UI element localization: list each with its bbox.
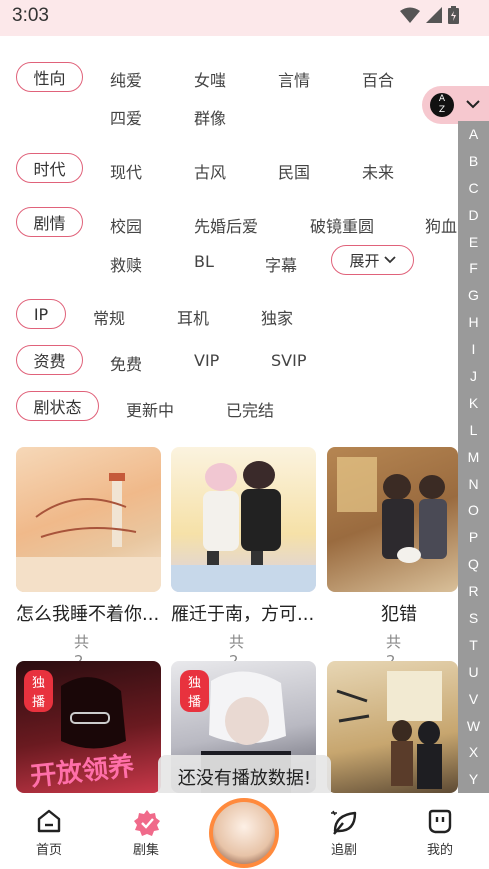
alpha-letter[interactable]: R (458, 578, 489, 605)
filter-option[interactable]: 校园 (110, 213, 142, 237)
alpha-letter[interactable]: X (458, 739, 489, 766)
filter-label-ip[interactable]: IP (16, 299, 66, 329)
exclusive-badge: 独播 (24, 670, 54, 712)
alpha-letter[interactable]: D (458, 202, 489, 229)
filter-option[interactable]: 更新中 (126, 397, 174, 421)
alpha-letter[interactable]: H (458, 309, 489, 336)
tab-home[interactable]: 首页 (14, 793, 84, 869)
filter-option[interactable]: 女嗤 (194, 67, 226, 91)
battery-icon (448, 6, 459, 24)
chevron-down-icon (383, 256, 396, 264)
alpha-letter[interactable]: B (458, 148, 489, 175)
filter-option[interactable]: 字幕 (265, 252, 297, 276)
filter-option[interactable]: 现代 (110, 159, 142, 183)
tab-follow[interactable]: 追剧 (309, 793, 379, 869)
filter-option[interactable]: 独家 (261, 305, 293, 329)
alpha-letter[interactable]: V (458, 686, 489, 713)
filter-option[interactable]: 四爱 (110, 105, 142, 129)
profile-face-icon (428, 809, 452, 834)
filter-option[interactable]: 先婚后爱 (194, 213, 258, 237)
drama-cover[interactable] (171, 447, 316, 592)
follow-leaf-icon (331, 810, 357, 835)
cover-illustration (336, 671, 442, 789)
alpha-letter[interactable]: Y (458, 766, 489, 793)
drama-badge-icon (134, 810, 160, 836)
alpha-letter[interactable]: U (458, 659, 489, 686)
filter-option[interactable]: 古风 (194, 159, 226, 183)
avatar (213, 802, 275, 864)
bottom-tab-bar: 首页 剧集 追剧 我的 (0, 793, 489, 869)
status-icons (400, 6, 459, 24)
filter-label-status[interactable]: 剧状态 (16, 391, 99, 421)
drama-title[interactable]: 怎么我睡不着你... (16, 600, 159, 626)
alpha-letter[interactable]: A (458, 121, 489, 148)
filter-option[interactable]: 狗血 (425, 213, 457, 237)
exclusive-badge: 独播 (180, 670, 210, 712)
alpha-letter[interactable]: M (458, 444, 489, 471)
filter-option[interactable]: BL (194, 252, 214, 271)
alphabet-index[interactable]: A B C D E F G H I J K L M N O P Q R S T … (458, 121, 489, 793)
alpha-letter[interactable]: T (458, 632, 489, 659)
filter-label-fee[interactable]: 资费 (16, 345, 83, 375)
filter-option[interactable]: 群像 (194, 105, 226, 129)
alpha-letter[interactable]: I (458, 336, 489, 363)
filter-label-era[interactable]: 时代 (16, 153, 83, 183)
filter-option[interactable]: 免费 (110, 351, 142, 375)
tab-label: 追剧 (330, 843, 357, 858)
expand-button[interactable]: 展开 (331, 245, 414, 275)
cover-illustration (171, 461, 316, 592)
filter-option[interactable]: 救赎 (110, 252, 142, 276)
wifi-icon (400, 7, 420, 23)
alpha-letter[interactable]: G (458, 282, 489, 309)
tab-mine[interactable]: 我的 (405, 793, 475, 869)
expand-label: 展开 (349, 251, 380, 270)
alpha-letter[interactable]: F (458, 255, 489, 282)
alpha-letter[interactable]: C (458, 175, 489, 202)
drama-cover[interactable] (16, 447, 161, 592)
alpha-letter[interactable]: S (458, 605, 489, 632)
tab-drama[interactable]: 剧集 (111, 793, 181, 869)
cover-illustration (16, 473, 161, 592)
drama-title[interactable]: 犯错 (381, 600, 417, 626)
alpha-letter[interactable]: J (458, 363, 489, 390)
drama-cover[interactable] (327, 447, 458, 592)
home-icon (37, 809, 61, 833)
alpha-letter[interactable]: O (458, 497, 489, 524)
filter-option[interactable]: 纯爱 (110, 67, 142, 91)
status-bar: 3:03 (0, 0, 489, 36)
alpha-letter[interactable]: P (458, 524, 489, 551)
alpha-letter[interactable]: N (458, 471, 489, 498)
filter-option[interactable]: 百合 (362, 67, 394, 91)
signal-icon (426, 7, 442, 23)
alpha-letter[interactable]: E (458, 229, 489, 256)
filter-option[interactable]: 常规 (93, 305, 125, 329)
cover-illustration (337, 457, 447, 563)
filter-option[interactable]: 破镜重圆 (310, 213, 374, 237)
alpha-letter[interactable]: W (458, 713, 489, 740)
center-avatar-button[interactable] (209, 798, 279, 868)
filter-option[interactable]: VIP (194, 351, 219, 370)
tab-label: 我的 (426, 843, 453, 858)
sort-az-icon: AZ (430, 93, 454, 117)
tab-label: 首页 (35, 843, 62, 858)
filter-option[interactable]: 言情 (278, 67, 310, 91)
drama-title[interactable]: 雁迁于南，方可... (171, 600, 314, 626)
filter-label-plot[interactable]: 剧情 (16, 207, 83, 237)
tab-label: 剧集 (132, 843, 159, 858)
filter-option[interactable]: 未来 (362, 159, 394, 183)
sort-button[interactable]: AZ (422, 86, 489, 124)
drama-cover[interactable] (327, 661, 458, 793)
alpha-letter[interactable]: Q (458, 551, 489, 578)
alpha-letter[interactable]: L (458, 417, 489, 444)
filter-option[interactable]: 民国 (278, 159, 310, 183)
filter-label-gender[interactable]: 性向 (16, 62, 83, 92)
chevron-down-icon (466, 100, 480, 109)
filter-option[interactable]: 已完结 (226, 397, 274, 421)
alpha-letter[interactable]: K (458, 390, 489, 417)
filter-option[interactable]: 耳机 (177, 305, 209, 329)
filter-option[interactable]: SVIP (271, 351, 306, 370)
status-time: 3:03 (12, 5, 49, 26)
